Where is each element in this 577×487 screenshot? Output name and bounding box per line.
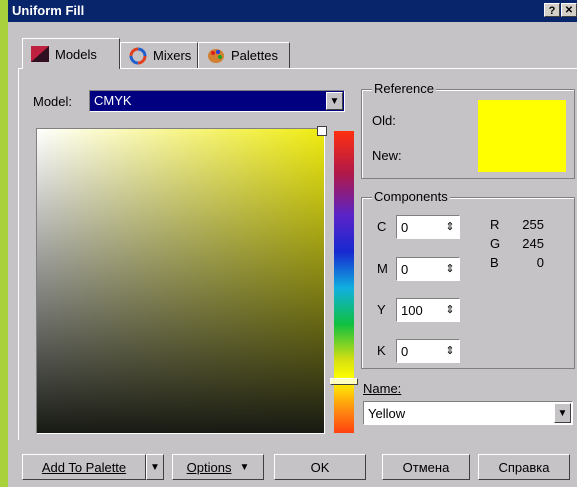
c-spinner-icon[interactable]: ⇕ [443,218,457,236]
tab-models[interactable]: Models [22,38,120,69]
g-label: G [490,236,501,251]
palettes-icon [208,48,224,63]
k-input[interactable]: 0 ⇕ [396,339,460,363]
models-icon [31,46,49,62]
g-value: 245 [522,236,544,251]
options-button[interactable]: Options ▼ [172,454,264,480]
y-input[interactable]: 100 ⇕ [396,298,460,322]
ok-button[interactable]: OK [274,454,366,480]
m-value: 0 [401,262,409,277]
mixers-icon [129,47,147,64]
components-group: Components C 0 ⇕ M 0 ⇕ Y 100 ⇕ K 0 ⇕ R 2… [361,189,575,369]
add-to-palette-dropdown-icon[interactable]: ▼ [146,454,164,480]
old-label: Old: [372,113,396,128]
title-bar: Uniform Fill ? ✕ [8,0,577,22]
help-label: Справка [498,459,550,475]
y-value: 100 [401,303,423,318]
k-label: K [377,343,386,358]
y-spinner-icon[interactable]: ⇕ [443,301,457,319]
b-value: 0 [536,255,544,270]
model-label: Model: [33,94,73,109]
cancel-label: Отмена [402,459,450,475]
name-value: Yellow [368,406,406,421]
m-label: M [377,261,388,276]
r-label: R [490,217,500,232]
components-title: Components [372,189,450,204]
options-label: Options [186,459,232,475]
r-value: 255 [522,217,544,232]
color-field-handle[interactable] [317,126,327,136]
b-label: B [490,255,499,270]
new-label: New: [372,148,402,163]
name-chevron-down-icon[interactable]: ▼ [554,403,571,423]
m-spinner-icon[interactable]: ⇕ [443,260,457,278]
tab-mixers[interactable]: Mixers [120,42,198,68]
model-value: CMYK [94,93,132,108]
add-to-palette-button[interactable]: Add To Palette [22,454,146,480]
tab-palettes[interactable]: Palettes [198,42,290,68]
tab-mixers-label: Mixers [153,48,192,63]
k-value: 0 [401,344,409,359]
models-panel: Model: CMYK ▼ Reference Old: New: Compon… [18,68,577,440]
model-select[interactable]: CMYK ▼ [89,90,345,112]
reference-swatch [478,100,566,172]
chevron-down-icon[interactable]: ▼ [326,92,343,110]
tab-models-label: Models [55,46,97,62]
add-to-palette-label: Add To Palette [41,459,127,475]
m-input[interactable]: 0 ⇕ [396,257,460,281]
options-arrow-icon: ▼ [239,461,250,473]
name-select[interactable]: Yellow ▼ [363,401,573,425]
reference-title: Reference [372,81,436,96]
c-input[interactable]: 0 ⇕ [396,215,460,239]
help-title-button[interactable]: ? [544,3,560,17]
hue-slider-handle[interactable] [330,378,358,385]
name-label: Name: [363,381,402,396]
close-title-button[interactable]: ✕ [561,3,577,17]
reference-group: Reference Old: New: [361,81,575,179]
tab-palettes-label: Palettes [231,48,278,63]
ok-label: OK [310,459,330,475]
y-label: Y [377,302,386,317]
c-value: 0 [401,220,409,235]
help-button[interactable]: Справка [478,454,570,480]
cancel-button[interactable]: Отмена [382,454,470,480]
color-field[interactable] [36,128,325,434]
c-label: C [377,219,387,234]
uniform-fill-dialog: Uniform Fill ? ✕ Models Mixers Palettes … [8,0,577,487]
hue-slider[interactable] [334,131,354,433]
window-title: Uniform Fill [12,3,85,18]
k-spinner-icon[interactable]: ⇕ [443,342,457,360]
